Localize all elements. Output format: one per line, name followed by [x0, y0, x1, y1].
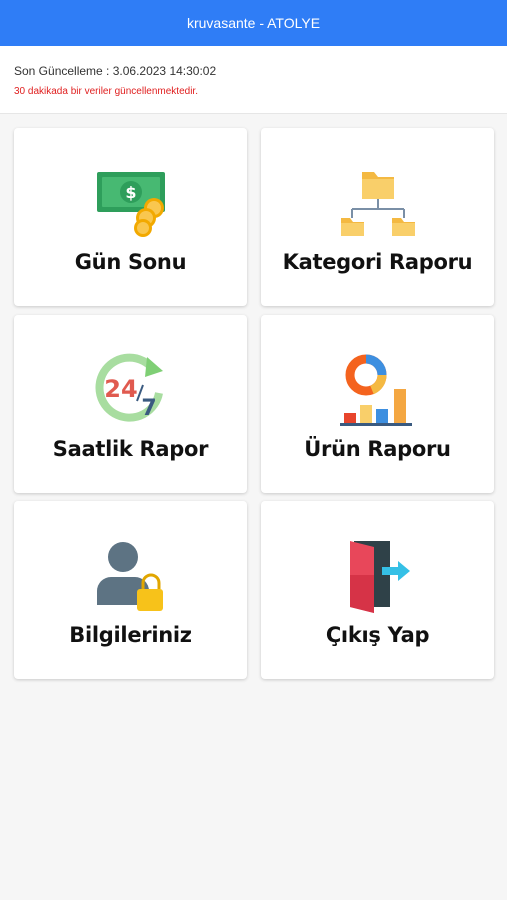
folder-tree-icon [338, 164, 418, 244]
money-icon: $ [91, 164, 171, 244]
hourly-report-card[interactable]: 24 7 Saatlik Rapor [14, 315, 247, 493]
update-notice-text: 30 dakikada bir veriler güncellenmektedi… [14, 86, 198, 97]
day-end-label: Gün Sonu [74, 250, 187, 274]
chart-icon [338, 351, 418, 431]
svg-text:24: 24 [104, 375, 137, 403]
account-info-card[interactable]: Bilgileriniz [14, 501, 247, 679]
user-lock-icon [91, 537, 171, 617]
exit-door-icon [338, 537, 418, 617]
day-end-card[interactable]: $ Gün Sonu [14, 128, 247, 306]
product-report-card[interactable]: Ürün Raporu [261, 315, 494, 493]
24-7-icon: 24 7 [91, 351, 171, 431]
svg-text:7: 7 [141, 396, 156, 421]
svg-text:$: $ [125, 183, 136, 202]
logout-card[interactable]: Çıkış Yap [261, 501, 494, 679]
product-report-label: Ürün Raporu [304, 437, 451, 461]
update-info-panel: Son Güncelleme : 3.06.2023 14:30:02 30 d… [0, 46, 507, 114]
category-report-card[interactable]: Kategori Raporu [261, 128, 494, 306]
hourly-report-label: Saatlik Rapor [52, 437, 209, 461]
app-title: kruvasante - ATOLYE [186, 15, 321, 31]
last-update-text: Son Güncelleme : 3.06.2023 14:30:02 [14, 64, 217, 78]
account-info-label: Bilgileriniz [69, 623, 192, 647]
category-report-label: Kategori Raporu [282, 250, 473, 274]
logout-label: Çıkış Yap [325, 623, 430, 647]
app-header: kruvasante - ATOLYE [0, 0, 507, 46]
